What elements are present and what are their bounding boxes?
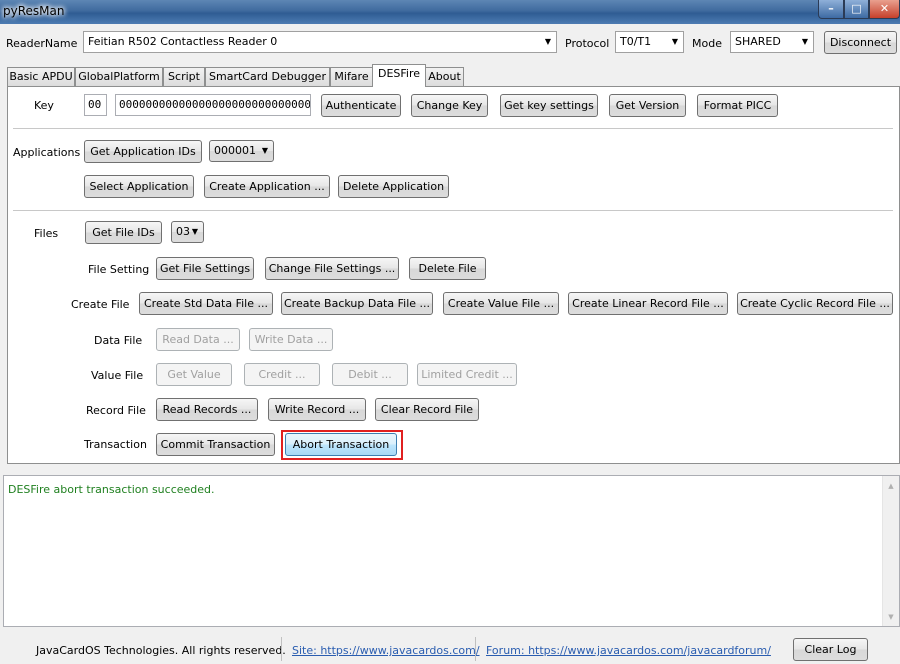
chevron-down-icon: ▼ [801, 37, 808, 46]
maximize-icon[interactable]: □ [844, 0, 869, 19]
protocol-select[interactable]: T0/T1 ▼ [615, 31, 684, 53]
tab-smartcard-debugger[interactable]: SmartCard Debugger [205, 67, 330, 86]
site-link[interactable]: Site: https://www.javacardos.com/ [292, 644, 480, 657]
reader-name-label: ReaderName [6, 37, 78, 50]
debit-button[interactable]: Debit ... [332, 363, 408, 386]
log-output[interactable]: DESFire abort transaction succeeded. ▲ ▼ [3, 475, 900, 627]
get-version-button[interactable]: Get Version [609, 94, 686, 117]
title-bar [0, 0, 900, 24]
disconnect-button[interactable]: Disconnect [824, 31, 897, 54]
chevron-down-icon: ▼ [261, 146, 268, 155]
mode-select[interactable]: SHARED ▼ [730, 31, 814, 53]
mode-select-value: SHARED [735, 35, 781, 48]
create-backup-data-file-button[interactable]: Create Backup Data File ... [281, 292, 433, 315]
read-data-button[interactable]: Read Data ... [156, 328, 240, 351]
forum-link[interactable]: Forum: https://www.javacardos.com/javaca… [486, 644, 771, 657]
get-key-settings-button[interactable]: Get key settings [500, 94, 598, 117]
separator [13, 128, 893, 129]
application-id-select[interactable]: 000001 ▼ [209, 140, 274, 162]
select-application-button[interactable]: Select Application [84, 175, 194, 198]
log-scrollbar[interactable]: ▲ ▼ [882, 476, 899, 626]
get-application-ids-button[interactable]: Get Application IDs [84, 140, 202, 163]
reader-select[interactable]: Feitian R502 Contactless Reader 0 ▼ [83, 31, 557, 53]
record-file-label: Record File [86, 404, 146, 417]
chevron-down-icon: ▼ [671, 37, 678, 46]
tab-desfire[interactable]: DESFire [372, 64, 426, 87]
chevron-down-icon: ▼ [191, 227, 198, 236]
abort-transaction-button[interactable]: Abort Transaction [285, 433, 397, 456]
key-label: Key [34, 99, 54, 112]
file-setting-label: File Setting [88, 263, 150, 276]
create-file-label: Create File [71, 298, 130, 311]
create-std-data-file-button[interactable]: Create Std Data File ... [139, 292, 273, 315]
protocol-select-value: T0/T1 [620, 35, 652, 48]
commit-transaction-button[interactable]: Commit Transaction [156, 433, 275, 456]
clear-record-file-button[interactable]: Clear Record File [375, 398, 479, 421]
file-id-value: 03 [176, 225, 190, 238]
create-value-file-button[interactable]: Create Value File ... [443, 292, 559, 315]
minimize-icon[interactable]: – [818, 0, 844, 19]
create-application-button[interactable]: Create Application ... [204, 175, 330, 198]
copyright-text: JavaCardOS Technologies. All rights rese… [36, 644, 286, 657]
mode-label: Mode [692, 37, 722, 50]
applications-label: Applications [13, 146, 81, 159]
close-icon[interactable]: ✕ [869, 0, 900, 19]
change-key-button[interactable]: Change Key [411, 94, 488, 117]
create-cyclic-record-file-button[interactable]: Create Cyclic Record File ... [737, 292, 893, 315]
clear-log-button[interactable]: Clear Log [793, 638, 868, 661]
format-picc-button[interactable]: Format PICC [697, 94, 778, 117]
change-file-settings-button[interactable]: Change File Settings ... [265, 257, 399, 280]
credit-button[interactable]: Credit ... [244, 363, 320, 386]
create-linear-record-file-button[interactable]: Create Linear Record File ... [568, 292, 728, 315]
files-label: Files [34, 227, 59, 240]
write-record-button[interactable]: Write Record ... [268, 398, 366, 421]
limited-credit-button[interactable]: Limited Credit ... [417, 363, 517, 386]
read-records-button[interactable]: Read Records ... [156, 398, 258, 421]
get-file-settings-button[interactable]: Get File Settings [156, 257, 254, 280]
data-file-label: Data File [94, 334, 143, 347]
key-number-input[interactable]: 00 [84, 94, 107, 116]
delete-application-button[interactable]: Delete Application [338, 175, 449, 198]
footer-separator [281, 637, 282, 661]
key-value-input[interactable]: 00000000000000000000000000000000 [115, 94, 311, 116]
scroll-up-icon[interactable]: ▲ [883, 478, 899, 495]
tab-script[interactable]: Script [163, 67, 205, 86]
reader-select-value: Feitian R502 Contactless Reader 0 [88, 35, 278, 48]
tab-globalplatform[interactable]: GlobalPlatform [75, 67, 163, 86]
tab-about[interactable]: About [425, 67, 464, 86]
delete-file-button[interactable]: Delete File [409, 257, 486, 280]
transaction-label: Transaction [84, 438, 147, 451]
get-value-button[interactable]: Get Value [156, 363, 232, 386]
application-id-value: 000001 [214, 144, 256, 157]
write-data-button[interactable]: Write Data ... [249, 328, 333, 351]
file-id-select[interactable]: 03 ▼ [171, 221, 204, 243]
log-message: DESFire abort transaction succeeded. [8, 483, 215, 496]
tab-basic-apdu[interactable]: Basic APDU [7, 67, 75, 86]
get-file-ids-button[interactable]: Get File IDs [85, 221, 162, 244]
window-title: pyResMan [3, 4, 65, 18]
scroll-down-icon[interactable]: ▼ [883, 609, 899, 626]
chevron-down-icon: ▼ [544, 37, 551, 46]
protocol-label: Protocol [565, 37, 610, 50]
tab-mifare[interactable]: Mifare [330, 67, 373, 86]
separator [13, 210, 893, 211]
value-file-label: Value File [91, 369, 144, 382]
footer-separator [475, 637, 476, 661]
authenticate-button[interactable]: Authenticate [321, 94, 401, 117]
